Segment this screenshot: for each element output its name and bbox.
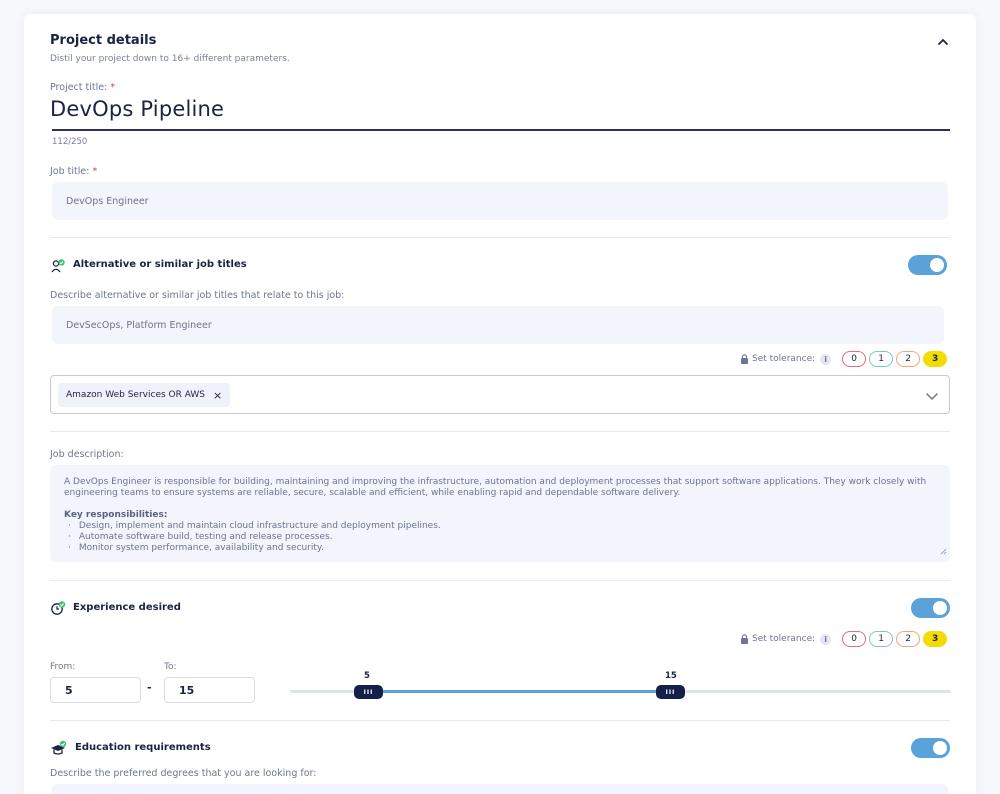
description-paragraph: A DevOps Engineer is responsible for bui… — [64, 477, 927, 498]
experience-tolerance-control: Set tolerance: i 0 1 2 3 — [740, 631, 948, 647]
project-title-label: Project title: * — [50, 82, 116, 93]
chip-label: Amazon Web Services OR AWS — [66, 390, 206, 400]
required-marker: * — [110, 82, 116, 93]
slider-range — [368, 690, 670, 693]
from-label: From: — [50, 662, 76, 672]
divider — [50, 720, 950, 721]
range-separator: - — [147, 681, 152, 694]
tolerance-label: Set tolerance: — [752, 634, 816, 644]
responsibilities-list: Design, implement and maintain cloud inf… — [64, 521, 936, 554]
experience-toggle[interactable] — [911, 598, 950, 618]
keyword-chip: Amazon Web Services OR AWS × — [58, 383, 231, 407]
character-counter: 112/250 — [52, 137, 88, 147]
alt-titles-toggle[interactable] — [908, 255, 947, 275]
alt-titles-input[interactable]: DevSecOps, Platform Engineer — [52, 306, 944, 344]
alt-tolerance-control: Set tolerance: i 0 1 2 3 — [740, 351, 948, 367]
tolerance-option-3[interactable]: 3 — [923, 351, 948, 367]
job-title-label: Job title: * — [50, 166, 98, 177]
slider-max-value: 15 — [665, 671, 677, 681]
chevron-up-icon[interactable] — [936, 34, 950, 48]
slider-min-handle[interactable]: III — [354, 685, 383, 699]
slider-min-value: 5 — [364, 671, 370, 681]
tolerance-option-1[interactable]: 1 — [869, 351, 894, 367]
education-heading: Education requirements — [75, 742, 211, 753]
job-title-input[interactable]: DevOps Engineer — [52, 182, 948, 220]
info-icon[interactable]: i — [820, 633, 832, 645]
tolerance-option-2[interactable]: 2 — [896, 631, 921, 647]
responsibilities-heading: Key responsibilities: — [64, 510, 168, 520]
section-subtitle: Distil your project down to 16+ differen… — [50, 54, 290, 64]
resize-handle-icon[interactable] — [940, 548, 947, 559]
project-title-underline — [52, 129, 950, 131]
to-label: To: — [164, 662, 177, 672]
tolerance-option-2[interactable]: 2 — [896, 351, 921, 367]
job-description-textarea[interactable]: A DevOps Engineer is responsible for bui… — [50, 465, 950, 562]
section-title: Project details — [50, 33, 157, 48]
person-check-icon — [50, 258, 66, 274]
tolerance-option-0[interactable]: 0 — [842, 351, 867, 367]
graduation-cap-check-icon — [50, 740, 67, 756]
list-item: Design, implement and maintain cloud inf… — [68, 521, 936, 532]
education-prompt: Describe the preferred degrees that you … — [50, 768, 317, 779]
list-item: Automate software build, testing and rel… — [68, 532, 936, 543]
experience-heading: Experience desired — [73, 602, 181, 613]
chevron-down-icon[interactable] — [925, 388, 939, 402]
tolerance-option-1[interactable]: 1 — [869, 631, 894, 647]
lock-icon — [740, 354, 749, 364]
experience-from-input[interactable]: 5 — [50, 677, 141, 703]
slider-max-handle[interactable]: III — [656, 685, 685, 699]
lock-icon — [740, 634, 749, 644]
list-item: Monitor system performance, availability… — [68, 543, 936, 554]
project-title-input[interactable]: DevOps Pipeline — [50, 97, 224, 121]
divider — [50, 237, 950, 238]
close-icon[interactable]: × — [213, 389, 222, 402]
job-description-label: Job description: — [50, 449, 124, 460]
divider — [50, 431, 950, 432]
required-marker: * — [92, 166, 98, 177]
info-icon[interactable]: i — [820, 353, 832, 365]
experience-to-input[interactable]: 15 — [164, 677, 255, 703]
alt-titles-prompt: Describe alternative or similar job titl… — [50, 290, 345, 301]
keyword-select[interactable]: Amazon Web Services OR AWS × — [50, 375, 950, 414]
tolerance-option-3[interactable]: 3 — [923, 631, 948, 647]
clock-check-icon — [50, 600, 66, 616]
divider — [50, 580, 950, 581]
project-details-card: Project details Distil your project down… — [24, 14, 976, 794]
education-toggle[interactable] — [911, 738, 950, 758]
tolerance-label: Set tolerance: — [752, 354, 816, 364]
alt-titles-heading: Alternative or similar job titles — [73, 259, 247, 270]
education-input[interactable] — [52, 784, 948, 794]
tolerance-option-0[interactable]: 0 — [842, 631, 867, 647]
